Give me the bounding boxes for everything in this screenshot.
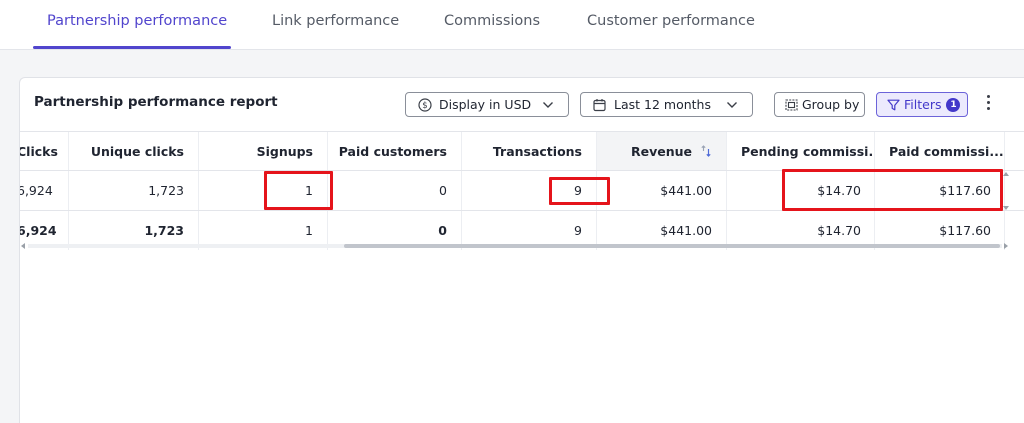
tab-link-performance[interactable]: Link performance <box>272 13 399 29</box>
date-range-select[interactable]: Last 12 months <box>580 92 753 117</box>
dollar-circle-icon: $ <box>418 97 432 112</box>
sort-icon <box>701 145 711 157</box>
active-tab-indicator <box>33 46 231 49</box>
chevron-down-icon <box>543 102 553 108</box>
filters-count-badge: 1 <box>946 97 961 112</box>
cell-revenue: $441.00 <box>597 171 727 210</box>
cell-signups: 1 <box>199 171 328 210</box>
column-header-paid-commission[interactable]: Paid commissi... <box>875 132 1005 170</box>
scroll-up-arrow-icon[interactable] <box>1003 172 1009 176</box>
currency-select-label: Display in USD <box>439 97 532 112</box>
filters-button[interactable]: Filters 1 <box>876 92 968 117</box>
horizontal-scrollbar[interactable] <box>20 242 1010 250</box>
currency-select[interactable]: $ Display in USD <box>405 92 569 117</box>
cell-paid-commission: $117.60 <box>875 171 1005 210</box>
tab-commissions[interactable]: Commissions <box>444 13 540 29</box>
group-by-label: Group by <box>802 97 860 112</box>
column-header-clicks[interactable]: Clicks <box>20 132 69 170</box>
column-header-signups[interactable]: Signups <box>199 132 328 170</box>
more-options-icon[interactable] <box>982 95 994 115</box>
cell-value: 6,924 <box>20 223 57 238</box>
column-header-paid-customers[interactable]: Paid customers <box>328 132 462 170</box>
tab-customer-performance[interactable]: Customer performance <box>587 13 755 29</box>
cell-pending-commission: $14.70 <box>727 171 875 210</box>
cell-transactions: 9 <box>462 171 597 210</box>
scroll-right-arrow-icon[interactable] <box>1004 243 1008 249</box>
tab-bar: Partnership performance Link performance… <box>0 0 1024 50</box>
column-header-label: Revenue <box>630 143 692 159</box>
date-range-label: Last 12 months <box>614 97 711 112</box>
filter-icon <box>887 99 900 110</box>
cell-unique-clicks: 1,723 <box>69 171 199 210</box>
cell-clicks: 6,924 <box>20 171 69 210</box>
column-header-label: Clicks <box>20 143 58 159</box>
column-header-pending-commission[interactable]: Pending commissi... <box>727 132 875 170</box>
scroll-left-arrow-icon[interactable] <box>21 243 25 249</box>
svg-text:$: $ <box>422 101 427 111</box>
filters-label: Filters <box>904 97 942 112</box>
report-card: Partnership performance report $ Display… <box>19 77 1024 423</box>
table-row: 6,924 1,723 1 0 9 $441.00 $14.70 $117.60 <box>20 171 1024 211</box>
cell-value: 6,924 <box>20 183 53 198</box>
calendar-icon <box>593 98 606 111</box>
column-header-revenue[interactable]: Revenue <box>597 132 727 170</box>
group-icon <box>785 98 798 111</box>
group-by-button[interactable]: Group by <box>774 92 865 117</box>
table-header-row: Clicks Unique clicks Signups Paid custom… <box>20 131 1024 171</box>
scroll-down-arrow-icon[interactable] <box>1003 206 1009 210</box>
report-title: Partnership performance report <box>34 94 278 110</box>
column-header-unique-clicks[interactable]: Unique clicks <box>69 132 199 170</box>
chevron-down-icon <box>727 102 737 108</box>
cell-paid-customers: 0 <box>328 171 462 210</box>
scrollbar-thumb[interactable] <box>344 244 1000 248</box>
column-header-transactions[interactable]: Transactions <box>462 132 597 170</box>
vertical-scrollbar[interactable] <box>1002 172 1010 212</box>
tab-partnership-performance[interactable]: Partnership performance <box>47 13 227 29</box>
